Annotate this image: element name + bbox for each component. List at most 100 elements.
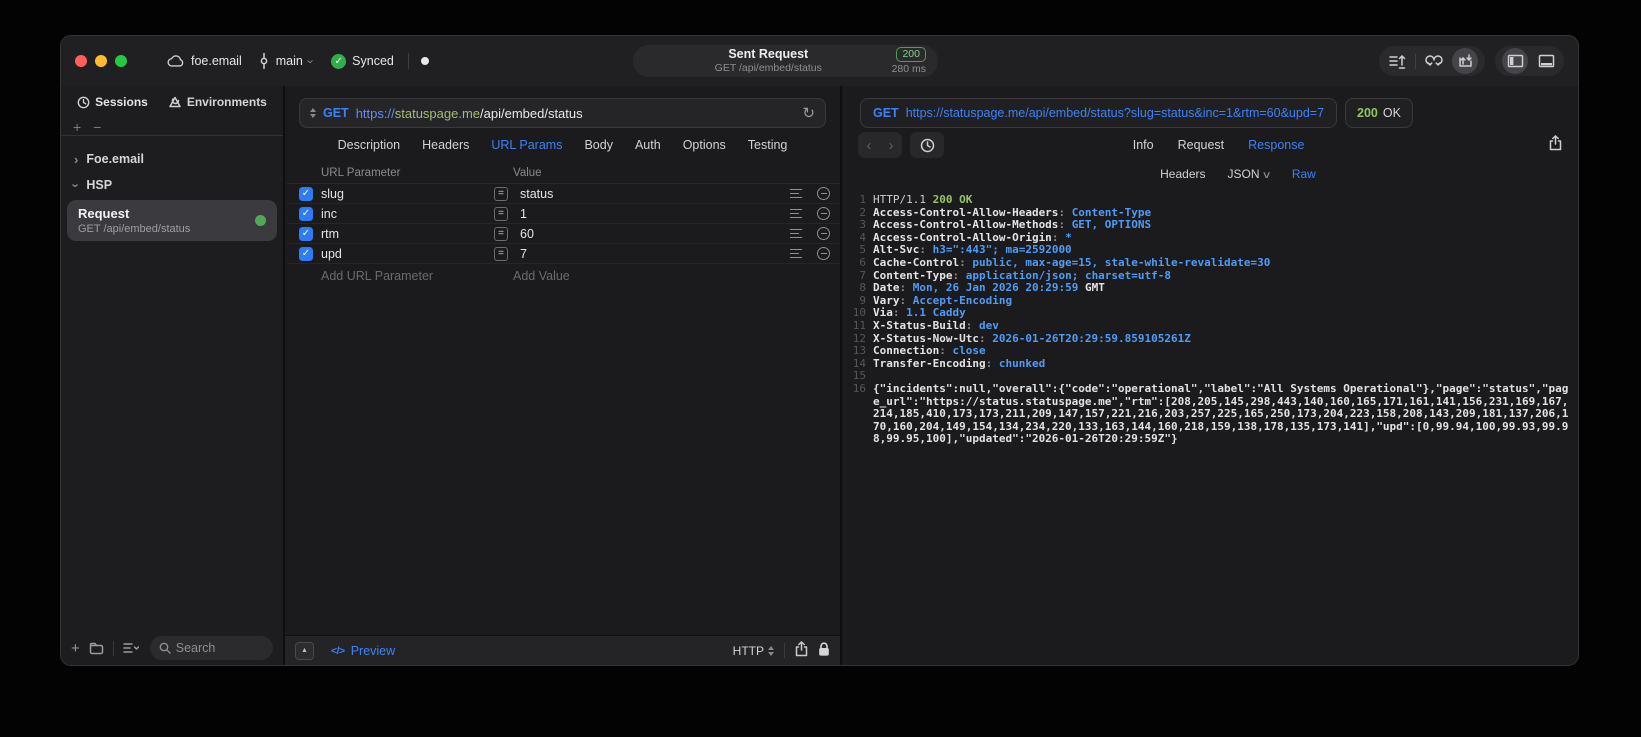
history-nav: ‹ › xyxy=(858,132,902,158)
method-stepper-icon[interactable] xyxy=(310,108,316,118)
tree-item-foe-email[interactable]: › Foe.email xyxy=(61,146,283,172)
sort-list-icon xyxy=(123,643,139,653)
request-method[interactable]: GET xyxy=(323,106,349,120)
tree-item-hsp[interactable]: › HSP xyxy=(61,172,283,198)
titlebar: foe.email main › ✓ Synced Sent Request G… xyxy=(61,36,1578,86)
add-session-button[interactable]: + xyxy=(73,120,81,134)
request-list-item-selected[interactable]: Request GET /api/embed/status xyxy=(67,200,277,241)
lock-button[interactable] xyxy=(818,641,830,660)
zoom-window-button[interactable] xyxy=(115,55,127,67)
add-param-name-placeholder[interactable]: Add URL Parameter xyxy=(321,269,494,283)
sent-request-pill[interactable]: Sent Request GET /api/embed/status 200 2… xyxy=(633,45,938,77)
remove-session-button[interactable]: − xyxy=(93,120,101,134)
param-row-upd: ✓ upd = 7 xyxy=(287,244,840,264)
export-response-button[interactable] xyxy=(1549,134,1562,156)
history-button[interactable] xyxy=(910,132,944,158)
project-switcher[interactable]: foe.email xyxy=(167,54,242,68)
param-checkbox[interactable]: ✓ xyxy=(299,186,313,201)
column-header-name: URL Parameter xyxy=(321,166,401,179)
row-menu-icon[interactable] xyxy=(790,208,803,219)
param-checkbox[interactable]: ✓ xyxy=(299,226,313,241)
toggle-sidebar-button[interactable] xyxy=(1502,48,1528,74)
add-param-value-placeholder[interactable]: Add Value xyxy=(513,269,784,283)
titlebar-actions xyxy=(1379,46,1578,76)
url-scheme: https:// xyxy=(355,105,395,121)
collapse-panel-button[interactable]: ▲ xyxy=(295,641,314,660)
request-url-bar[interactable]: GET https://statuspage.me/api/embed/stat… xyxy=(299,98,826,128)
tab-description[interactable]: Description xyxy=(338,138,401,152)
remove-param-icon[interactable] xyxy=(817,247,830,260)
param-name[interactable]: inc xyxy=(321,207,494,221)
protocol-selector[interactable]: HTTP xyxy=(733,644,774,658)
param-value[interactable]: 1 xyxy=(520,207,784,221)
response-nav: ‹ › Info Request Response xyxy=(842,128,1578,162)
sent-request-text: Sent Request GET /api/embed/status xyxy=(645,47,892,75)
request-actions-group xyxy=(1379,46,1485,76)
equals-operator-icon[interactable]: = xyxy=(494,186,508,201)
param-row-slug: ✓ slug = status xyxy=(287,184,840,204)
remove-param-icon[interactable] xyxy=(817,227,830,240)
response-status-code: 200 xyxy=(1357,106,1378,120)
send-queue-button[interactable] xyxy=(1386,50,1408,72)
request-url[interactable]: https://statuspage.me/api/embed/status xyxy=(356,106,583,121)
param-value[interactable]: 60 xyxy=(520,227,784,241)
subtab-raw[interactable]: Raw xyxy=(1292,167,1316,181)
import-export-button[interactable] xyxy=(1452,48,1478,74)
remove-param-icon[interactable] xyxy=(817,207,830,220)
param-name[interactable]: slug xyxy=(321,187,494,201)
param-checkbox[interactable]: ✓ xyxy=(299,246,313,261)
sent-request-subtitle: GET /api/embed/status xyxy=(714,62,822,75)
tab-options[interactable]: Options xyxy=(683,138,726,152)
params-add-row[interactable]: Add URL Parameter Add Value xyxy=(287,264,840,288)
param-name[interactable]: upd xyxy=(321,247,494,261)
sync-status[interactable]: ✓ Synced xyxy=(331,53,394,69)
share-button[interactable] xyxy=(795,641,808,660)
sort-filter-button[interactable] xyxy=(123,642,139,654)
response-raw-view[interactable]: 1 HTTP/1.1 200 OK 2 Access-Control-Allow-He… xyxy=(842,186,1578,665)
tab-url-params[interactable]: URL Params xyxy=(491,138,562,152)
history-back-button[interactable]: ‹ xyxy=(858,137,880,154)
new-request-button[interactable]: + xyxy=(71,640,80,657)
tab-testing[interactable]: Testing xyxy=(748,138,788,152)
param-value[interactable]: 7 xyxy=(520,247,784,261)
lines-up-arrow-icon xyxy=(1388,54,1405,69)
chevron-down-icon: › xyxy=(303,58,319,64)
param-value[interactable]: status xyxy=(520,187,784,201)
equals-operator-icon[interactable]: = xyxy=(494,246,508,261)
traffic-lights xyxy=(61,55,127,67)
tab-body[interactable]: Body xyxy=(584,138,613,152)
resend-request-icon[interactable]: ↻ xyxy=(802,104,815,122)
branch-switcher[interactable]: main › xyxy=(258,53,319,69)
search-icon xyxy=(159,642,171,654)
row-menu-icon[interactable] xyxy=(790,188,803,199)
subtab-json[interactable]: JSON ∨ xyxy=(1228,167,1272,181)
sidebar-search-input[interactable]: Search xyxy=(149,636,273,660)
project-name: foe.email xyxy=(191,54,242,68)
sent-url-box[interactable]: GET https://statuspage.me/api/embed/stat… xyxy=(860,98,1338,128)
row-menu-icon[interactable] xyxy=(790,228,803,239)
tab-sessions[interactable]: Sessions xyxy=(77,95,148,109)
remove-param-icon[interactable] xyxy=(817,187,830,200)
row-menu-icon[interactable] xyxy=(790,248,803,259)
equals-operator-icon[interactable]: = xyxy=(494,206,508,221)
preview-button[interactable]: </> Preview xyxy=(331,644,395,658)
share-icon xyxy=(795,641,808,657)
tab-auth[interactable]: Auth xyxy=(635,138,661,152)
sync-loop-button[interactable] xyxy=(1423,50,1445,72)
tab-environments[interactable]: Environments xyxy=(168,95,267,109)
tab-headers[interactable]: Headers xyxy=(422,138,469,152)
subtab-headers[interactable]: Headers xyxy=(1160,167,1205,181)
lock-icon xyxy=(819,641,829,656)
tab-response[interactable]: Response xyxy=(1248,138,1304,152)
history-forward-button[interactable]: › xyxy=(880,137,902,154)
param-checkbox[interactable]: ✓ xyxy=(299,206,313,221)
equals-operator-icon[interactable]: = xyxy=(494,226,508,241)
tab-info[interactable]: Info xyxy=(1133,138,1154,152)
new-group-button[interactable] xyxy=(89,642,104,655)
param-name[interactable]: rtm xyxy=(321,227,494,241)
minimize-window-button[interactable] xyxy=(95,55,107,67)
tab-request[interactable]: Request xyxy=(1178,138,1225,152)
chevron-down-icon: ∨ xyxy=(1261,170,1272,181)
toggle-bottom-panel-button[interactable] xyxy=(1535,50,1557,72)
close-window-button[interactable] xyxy=(75,55,87,67)
